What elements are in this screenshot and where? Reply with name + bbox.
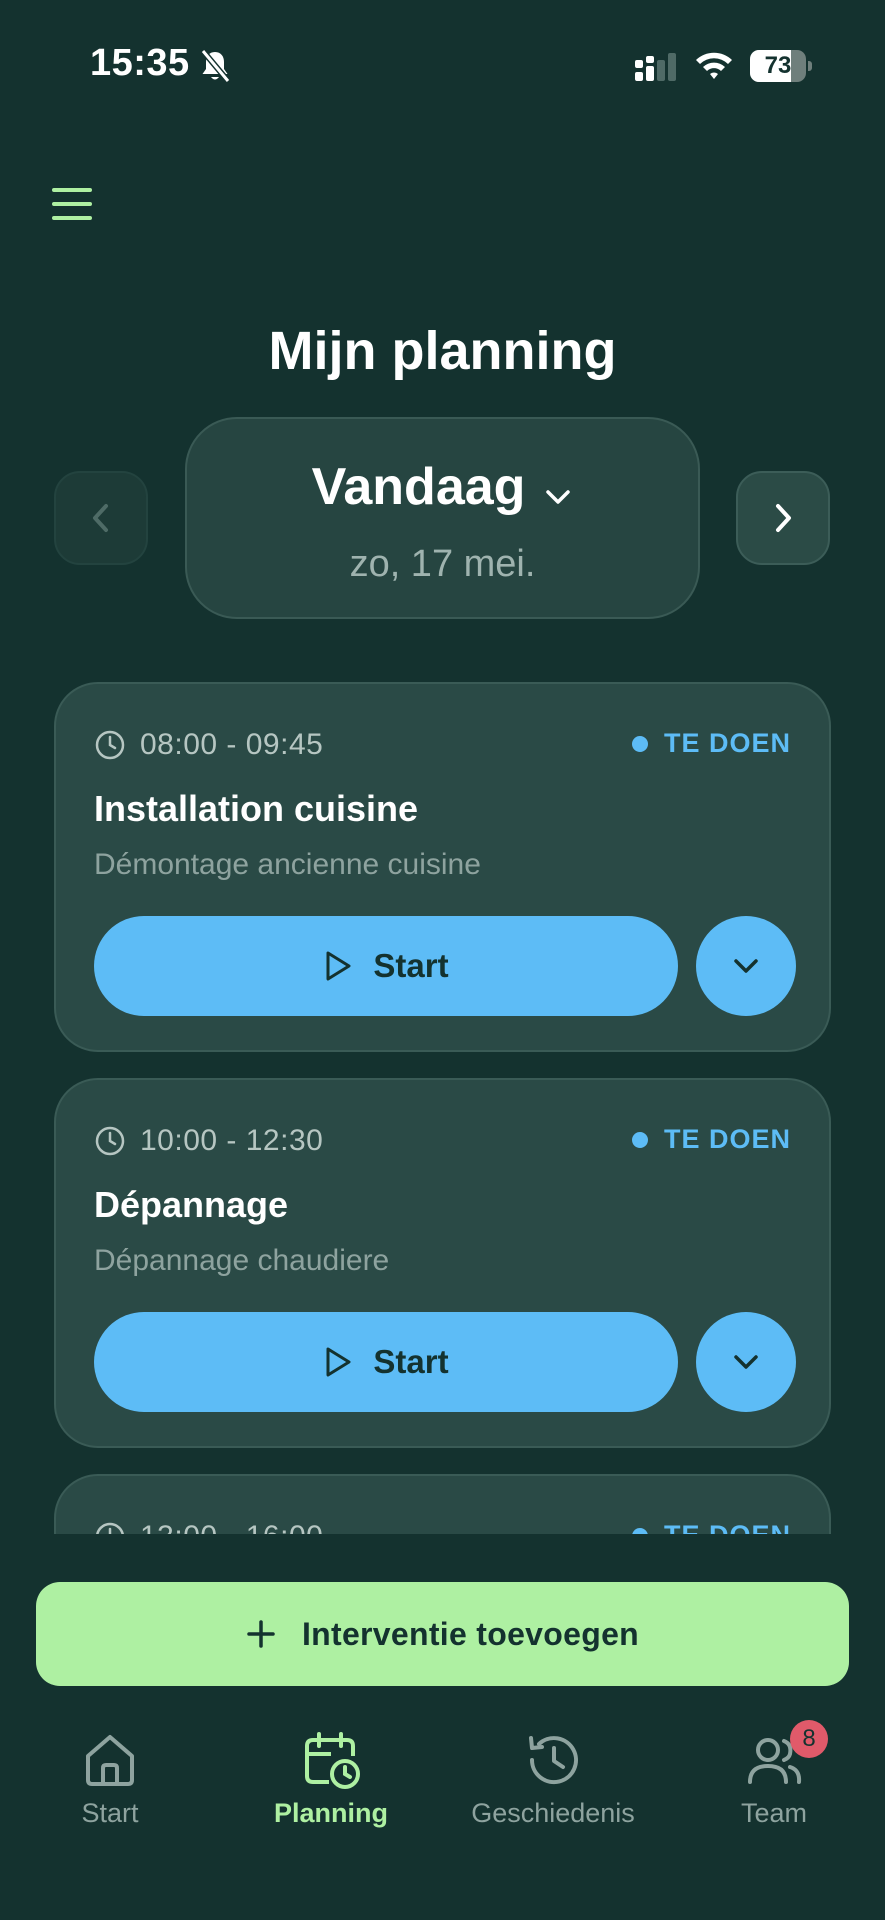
bottom-navigation: Start Planning Geschiedenis 8 Team: [0, 1720, 885, 1840]
plus-icon: [247, 1620, 275, 1648]
play-icon: [326, 1347, 351, 1377]
history-icon: [529, 1736, 578, 1785]
nav-item-geschiedenis[interactable]: Geschiedenis: [453, 1720, 653, 1840]
status-text: TE DOEN: [663, 1124, 791, 1154]
date-selector[interactable]: Vandaag zo, 17 mei.: [185, 417, 700, 619]
nav-label: Planning: [274, 1798, 388, 1828]
start-button-label: Start: [373, 947, 449, 984]
date-selector-label: Vandaag: [311, 458, 526, 516]
previous-day-button[interactable]: [54, 471, 148, 565]
status-dot-icon: [631, 1131, 648, 1148]
card-subtitle: Démontage ancienne cuisine: [94, 848, 481, 881]
home-icon: [86, 1735, 134, 1786]
bell-slash-icon: [198, 48, 232, 84]
status-dot-icon: [631, 1527, 648, 1534]
status-dot-icon: [631, 735, 648, 752]
clock-icon: [96, 1522, 124, 1534]
calendar-clock-icon: [305, 1732, 360, 1789]
nav-item-team[interactable]: 8 Team: [674, 1720, 874, 1840]
nav-label: Start: [81, 1798, 139, 1828]
start-button[interactable]: Start: [94, 916, 678, 1016]
status-time: 15:35: [90, 42, 190, 84]
play-icon: [326, 951, 351, 981]
nav-item-start[interactable]: Start: [10, 1720, 210, 1840]
date-selector-date: zo, 17 mei.: [349, 543, 536, 585]
expand-card-button[interactable]: [696, 1312, 796, 1412]
card-time-text: 13:00 - 16:00: [140, 1520, 323, 1534]
card-title: Installation cuisine: [94, 788, 419, 829]
chevron-down-icon: [734, 959, 758, 973]
intervention-card[interactable]: 10:00 - 12:30 TE DOEN Dépannage Dépannag…: [54, 1078, 831, 1448]
signal-icon: [634, 52, 678, 82]
nav-label: Team: [740, 1798, 808, 1828]
intervention-list[interactable]: 08:00 - 09:45 TE DOEN Installation cuisi…: [0, 682, 885, 1534]
status-badge: TE DOEN: [631, 728, 791, 759]
intervention-card[interactable]: 13:00 - 16:00 TE DOEN: [54, 1474, 831, 1534]
chevron-right-icon: [776, 504, 791, 532]
intervention-card[interactable]: 08:00 - 09:45 TE DOEN Installation cuisi…: [54, 682, 831, 1052]
next-day-button[interactable]: [736, 471, 830, 565]
status-bar: 15:35 73: [0, 0, 885, 130]
card-time: 08:00 - 09:45: [94, 728, 323, 762]
battery-percentage: 73: [764, 52, 792, 79]
nav-label: Geschiedenis: [471, 1798, 635, 1828]
notification-badge: 8: [790, 1720, 828, 1758]
clock-icon: [95, 1126, 125, 1156]
start-button-label: Start: [373, 1343, 449, 1380]
battery-icon: 73: [750, 50, 812, 82]
hamburger-menu-icon[interactable]: [44, 176, 100, 232]
expand-card-button[interactable]: [696, 916, 796, 1016]
status-text: TE DOEN: [663, 728, 791, 758]
chevron-left-icon: [93, 504, 108, 532]
status-text: TE DOEN: [664, 1520, 791, 1534]
card-time: 13:00 - 16:00: [94, 1520, 323, 1534]
chevron-down-icon: [543, 460, 573, 520]
page-title: Mijn planning: [268, 321, 617, 381]
nav-item-planning[interactable]: Planning: [231, 1720, 431, 1840]
card-title: Dépannage: [94, 1184, 289, 1225]
status-badge: TE DOEN: [631, 1124, 791, 1155]
date-selector-label-row: Vandaag: [187, 457, 698, 520]
add-intervention-button[interactable]: Interventie toevoegen: [36, 1582, 849, 1686]
add-intervention-label: Interventie toevoegen: [301, 1615, 640, 1652]
status-badge: TE DOEN: [631, 1520, 791, 1534]
wifi-icon: [694, 48, 734, 82]
chevron-down-icon: [734, 1355, 758, 1369]
card-time-text: 10:00 - 12:30: [140, 1124, 324, 1157]
clock-icon: [95, 730, 125, 760]
start-button[interactable]: Start: [94, 1312, 678, 1412]
card-time: 10:00 - 12:30: [94, 1124, 323, 1158]
card-subtitle: Dépannage chaudiere: [94, 1244, 390, 1277]
card-time-text: 08:00 - 09:45: [140, 728, 324, 761]
